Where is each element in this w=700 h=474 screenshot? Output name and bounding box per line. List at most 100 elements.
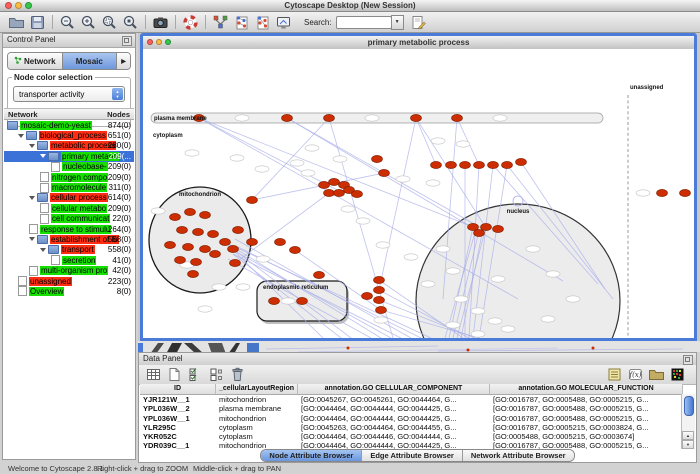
more-tabs-arrow-icon[interactable]: ▶	[117, 53, 130, 69]
tree-row[interactable]: biological_process651(0)	[4, 130, 134, 140]
expander-triangle-icon[interactable]	[29, 237, 35, 241]
network-edge[interactable]	[287, 118, 563, 281]
network-node[interactable]	[474, 229, 485, 236]
network-node[interactable]	[290, 246, 301, 253]
tree-row[interactable]: unassigned223(0)	[4, 276, 134, 286]
vizmapper-icon[interactable]	[275, 14, 292, 31]
tree-row[interactable]: cellular process614(0)	[4, 193, 134, 203]
network-node[interactable]	[411, 114, 422, 121]
network-node[interactable]	[374, 286, 385, 293]
network-edge[interactable]	[252, 118, 329, 200]
tree-row[interactable]: cell communicat22(0)	[4, 214, 134, 224]
network-node[interactable]	[177, 226, 188, 233]
annotate-icon[interactable]	[410, 14, 427, 31]
table-row[interactable]: YJR121W__1mitochondrion[GO:0045267, GO:0…	[140, 395, 683, 404]
network-edge[interactable]	[379, 118, 416, 290]
expander-triangle-icon[interactable]	[29, 144, 35, 148]
tree-row[interactable]: primary metabo209(...	[4, 151, 134, 161]
zoom-fit-icon[interactable]	[122, 14, 139, 31]
network-node[interactable]	[446, 161, 457, 168]
network-node[interactable]	[481, 223, 492, 230]
expander-triangle-icon[interactable]	[29, 196, 35, 200]
network-node[interactable]	[247, 238, 258, 245]
tab-node-attribute-browser[interactable]: Node Attribute Browser	[261, 450, 362, 461]
new-net-sel-edges-icon[interactable]	[254, 14, 271, 31]
select-all-attrs-icon[interactable]	[187, 366, 204, 383]
tree-row[interactable]: nucleobase-209(0)	[4, 162, 134, 172]
network-node[interactable]	[247, 196, 258, 203]
network-node[interactable]	[452, 114, 463, 121]
table-row[interactable]: YDR039C__1mitochondrion[GO:0044464, GO:0…	[140, 441, 683, 449]
network-node[interactable]	[352, 190, 363, 197]
network-node[interactable]	[275, 238, 286, 245]
tree-row[interactable]: metabolic process280(0)	[4, 141, 134, 151]
tree-row[interactable]: multi-organism pro42(0)	[4, 265, 134, 275]
network-node[interactable]	[230, 259, 241, 266]
network-node[interactable]	[193, 228, 204, 235]
layout-icon[interactable]	[212, 14, 229, 31]
network-canvas[interactable]: plasma membranecytoplasmmitochondrionnuc…	[143, 49, 694, 338]
tab-network-attribute-browser[interactable]: Network Attribute Browser	[463, 450, 574, 461]
network-node[interactable]	[282, 114, 293, 121]
network-node[interactable]	[210, 250, 221, 257]
attr-editor-icon[interactable]	[606, 366, 623, 383]
network-node[interactable]	[431, 161, 442, 168]
tree-row[interactable]: macromolecule311(0)	[4, 182, 134, 192]
heatmap-icon[interactable]	[669, 366, 686, 383]
network-node[interactable]	[680, 189, 691, 196]
open-icon[interactable]	[8, 14, 25, 31]
network-node[interactable]	[175, 256, 186, 263]
table-row[interactable]: YPL036W__2plasma membrane[GO:0044464, GO…	[140, 404, 683, 413]
expander-triangle-icon[interactable]	[18, 134, 24, 138]
save-icon[interactable]	[29, 14, 46, 31]
table-column-header[interactable]: annotation.GO CELLULAR_COMPONENT	[298, 384, 490, 394]
attr-select-icon[interactable]	[145, 366, 162, 383]
table-column-header[interactable]: ID	[140, 384, 216, 394]
zoom-in-icon[interactable]	[80, 14, 97, 31]
snapshot-icon[interactable]	[152, 14, 169, 31]
float-panel-icon[interactable]	[122, 36, 132, 46]
expander-triangle-icon[interactable]	[40, 154, 46, 158]
search-input[interactable]	[336, 16, 392, 29]
network-node[interactable]	[334, 189, 345, 196]
network-node[interactable]	[185, 208, 196, 215]
network-node[interactable]	[324, 189, 335, 196]
network-node[interactable]	[170, 213, 181, 220]
network-node[interactable]	[200, 245, 211, 252]
search-dropdown-button[interactable]: ▼	[391, 15, 404, 30]
network-edge[interactable]	[416, 118, 488, 231]
network-node[interactable]	[502, 161, 513, 168]
zoom-selected-icon[interactable]	[101, 14, 118, 31]
tree-row[interactable]: establishment of lo558(0)	[4, 234, 134, 244]
network-node[interactable]	[220, 238, 231, 245]
network-node[interactable]	[314, 271, 325, 278]
network-node[interactable]	[233, 226, 244, 233]
network-node[interactable]	[516, 158, 527, 165]
zoom-out-icon[interactable]	[59, 14, 76, 31]
tree-row[interactable]: secretion41(0)	[4, 255, 134, 265]
network-node[interactable]	[374, 296, 385, 303]
network-node[interactable]	[188, 270, 199, 277]
network-node[interactable]	[297, 297, 308, 304]
network-node[interactable]	[228, 245, 239, 252]
network-node[interactable]	[379, 169, 390, 176]
region-mitochondrion[interactable]	[149, 187, 251, 293]
network-node[interactable]	[319, 181, 330, 188]
network-node[interactable]	[165, 241, 176, 248]
help-icon[interactable]	[182, 14, 199, 31]
tree-row[interactable]: Overview8(0)	[4, 286, 134, 296]
unselect-all-attrs-icon[interactable]	[208, 366, 225, 383]
network-node[interactable]	[329, 178, 340, 185]
network-node[interactable]	[183, 243, 194, 250]
tree-row[interactable]: cellular metabo209(0)	[4, 203, 134, 213]
tab-edge-attribute-browser[interactable]: Edge Attribute Browser	[362, 450, 462, 461]
network-node[interactable]	[324, 114, 335, 121]
network-node[interactable]	[374, 276, 385, 283]
network-node[interactable]	[474, 161, 485, 168]
tree-row[interactable]: transport558(0)	[4, 245, 134, 255]
tab-network[interactable]: Network	[8, 53, 63, 69]
network-node[interactable]	[191, 258, 202, 265]
network-node[interactable]	[657, 189, 668, 196]
float-data-panel-icon[interactable]	[683, 355, 693, 365]
expander-triangle-icon[interactable]	[40, 248, 46, 252]
